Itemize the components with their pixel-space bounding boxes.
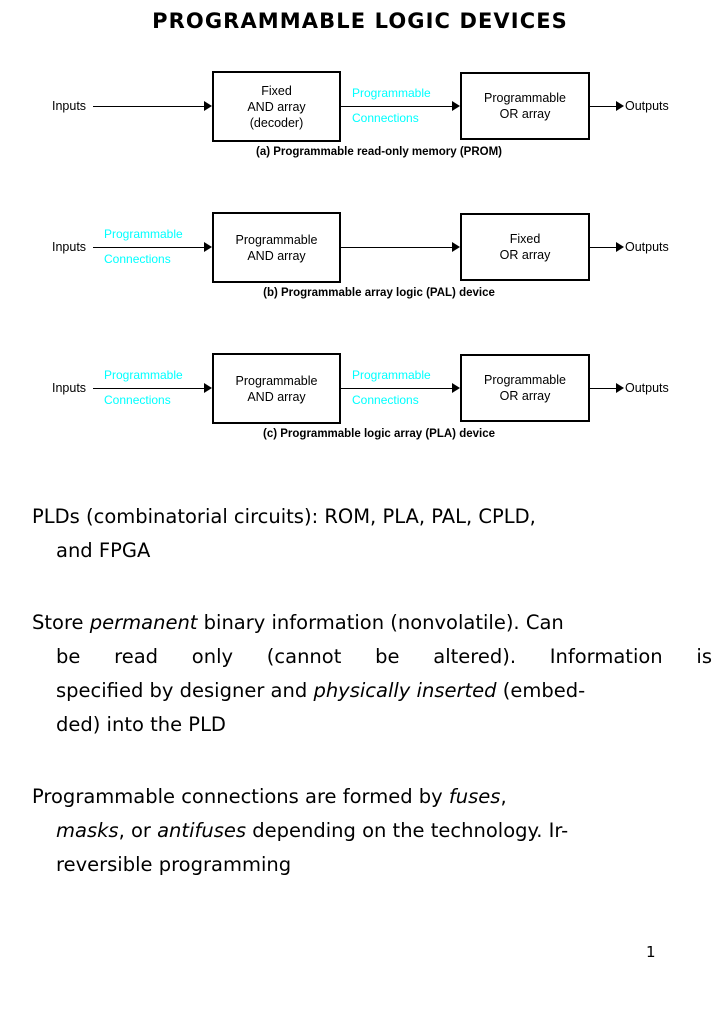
paragraph-plds-line-1: PLDs (combinatorial circuits): ROM, PLA,…	[32, 505, 536, 528]
pld-figure: Inputs Fixed AND array (decoder) Program…	[0, 58, 720, 458]
middle-wire	[341, 106, 453, 107]
text-run: ,	[500, 785, 507, 808]
diagram-prom: Inputs Fixed AND array (decoder) Program…	[0, 58, 720, 162]
diagram-pal: Inputs Programmable Connections Programm…	[0, 199, 720, 303]
text-word: Information	[549, 645, 663, 668]
input-wire	[93, 106, 205, 107]
text-run: binary information (nonvolatile). Can	[197, 611, 564, 634]
paragraph-store: Store permanent binary information (nonv…	[32, 606, 712, 742]
input-arrow-icon	[204, 101, 212, 111]
text-word: is	[696, 645, 712, 668]
left-block-line-2: AND array	[247, 99, 306, 114]
diagram-caption-c: (c) Programmable logic array (PLA) devic…	[263, 428, 495, 440]
paragraph-plds: PLDs (combinatorial circuits): ROM, PLA,…	[32, 500, 712, 568]
text-word: be	[56, 645, 81, 668]
right-block-programmable-or-array: Programmable OR array	[460, 72, 590, 140]
input-connection-label-bottom: Connections	[104, 393, 171, 407]
middle-arrow-icon	[452, 242, 460, 252]
inputs-label: Inputs	[52, 381, 87, 395]
right-block-line-2: OR array	[499, 107, 551, 121]
diagram-caption-a: (a) Programmable read-only memory (PROM)	[255, 146, 503, 158]
inputs-label: Inputs	[52, 240, 87, 254]
output-arrow-icon	[616, 101, 624, 111]
paragraph-connections-line-1: Programmable connections are formed by f…	[32, 780, 712, 814]
emphasis-antifuses: antifuses	[157, 819, 247, 842]
middle-wire	[341, 247, 453, 248]
emphasis-masks: masks	[56, 819, 119, 842]
text-word: be	[375, 645, 400, 668]
page-title: PROGRAMMABLE LOGIC DEVICES	[152, 9, 568, 33]
slide-body: PLDs (combinatorial circuits): ROM, PLA,…	[32, 500, 712, 920]
left-block-fixed-and-array: Fixed AND array (decoder)	[212, 71, 341, 142]
left-block-line-1: Programmable	[235, 232, 318, 247]
middle-arrow-icon	[452, 383, 460, 393]
left-block-line-1: Fixed	[261, 83, 292, 98]
paragraph-connections: Programmable connections are formed by f…	[32, 780, 712, 882]
text-word: (cannot	[266, 645, 342, 668]
input-wire	[93, 388, 205, 389]
text-word: only	[191, 645, 234, 668]
text-run: Store	[32, 611, 90, 634]
input-arrow-icon	[204, 383, 212, 393]
text-run: depending on the technology. Ir-	[246, 819, 569, 842]
paragraph-connections-line-2: masks, or antifuses depending on the tec…	[32, 814, 712, 848]
text-run: (embed-	[496, 679, 586, 702]
output-arrow-icon	[616, 383, 624, 393]
input-connection-label-top: Programmable	[104, 368, 183, 382]
input-connection-label-bottom: Connections	[104, 252, 171, 266]
diagram-pla: Inputs Programmable Connections Programm…	[0, 340, 720, 444]
inputs-label: Inputs	[52, 99, 87, 113]
output-arrow-icon	[616, 242, 624, 252]
left-block-line-3: (decoder)	[249, 115, 304, 130]
input-wire	[93, 247, 205, 248]
middle-connection-label-bottom: Connections	[352, 111, 419, 125]
text-run: Programmable connections are formed by	[32, 785, 449, 808]
outputs-label: Outputs	[625, 381, 669, 395]
paragraph-store-line-1: Store permanent binary information (nonv…	[32, 606, 712, 640]
input-connection-label-top: Programmable	[104, 227, 183, 241]
right-block-programmable-or-array: Programmable OR array	[460, 354, 590, 422]
left-block-line-2: AND array	[247, 389, 306, 404]
outputs-label: Outputs	[625, 99, 669, 113]
text-run: specified by designer and	[56, 679, 314, 702]
emphasis-physically-inserted: physically inserted	[313, 679, 497, 702]
right-block-line-1: Programmable	[484, 91, 566, 105]
right-block-line-1: Programmable	[484, 373, 566, 387]
text-word: altered).	[433, 645, 517, 668]
left-block-programmable-and-array: Programmable AND array	[212, 353, 341, 424]
outputs-label: Outputs	[625, 240, 669, 254]
input-arrow-icon	[204, 242, 212, 252]
right-block-fixed-or-array: Fixed OR array	[460, 213, 590, 281]
emphasis-fuses: fuses	[448, 785, 501, 808]
page-number: 1	[646, 943, 656, 961]
middle-connection-label-bottom: Connections	[352, 393, 419, 407]
paragraph-store-line-4: ded) into the PLD	[56, 713, 226, 736]
left-block-programmable-and-array: Programmable AND array	[212, 212, 341, 283]
right-block-line-1: Fixed	[509, 232, 541, 246]
middle-connection-label-top: Programmable	[352, 368, 431, 382]
middle-connection-label-top: Programmable	[352, 86, 431, 100]
output-wire	[590, 388, 618, 389]
emphasis-permanent: permanent	[89, 611, 198, 634]
left-block-line-2: AND array	[247, 248, 306, 263]
text-word: read	[114, 645, 159, 668]
paragraph-connections-line-3: reversible programming	[56, 853, 292, 876]
left-block-line-1: Programmable	[235, 373, 318, 388]
middle-arrow-icon	[452, 101, 460, 111]
output-wire	[590, 247, 618, 248]
middle-wire	[341, 388, 453, 389]
paragraph-plds-line-2: and FPGA	[56, 539, 151, 562]
text-run: , or	[118, 819, 158, 842]
paragraph-store-line-2: be read only (cannot be altered). Information i…	[32, 640, 712, 674]
right-block-line-2: OR array	[499, 389, 551, 403]
right-block-line-2: OR array	[499, 248, 551, 262]
diagram-caption-b: (b) Programmable array logic (PAL) devic…	[263, 287, 495, 299]
output-wire	[590, 106, 618, 107]
paragraph-store-line-3: specified by designer and physically ins…	[32, 674, 712, 708]
